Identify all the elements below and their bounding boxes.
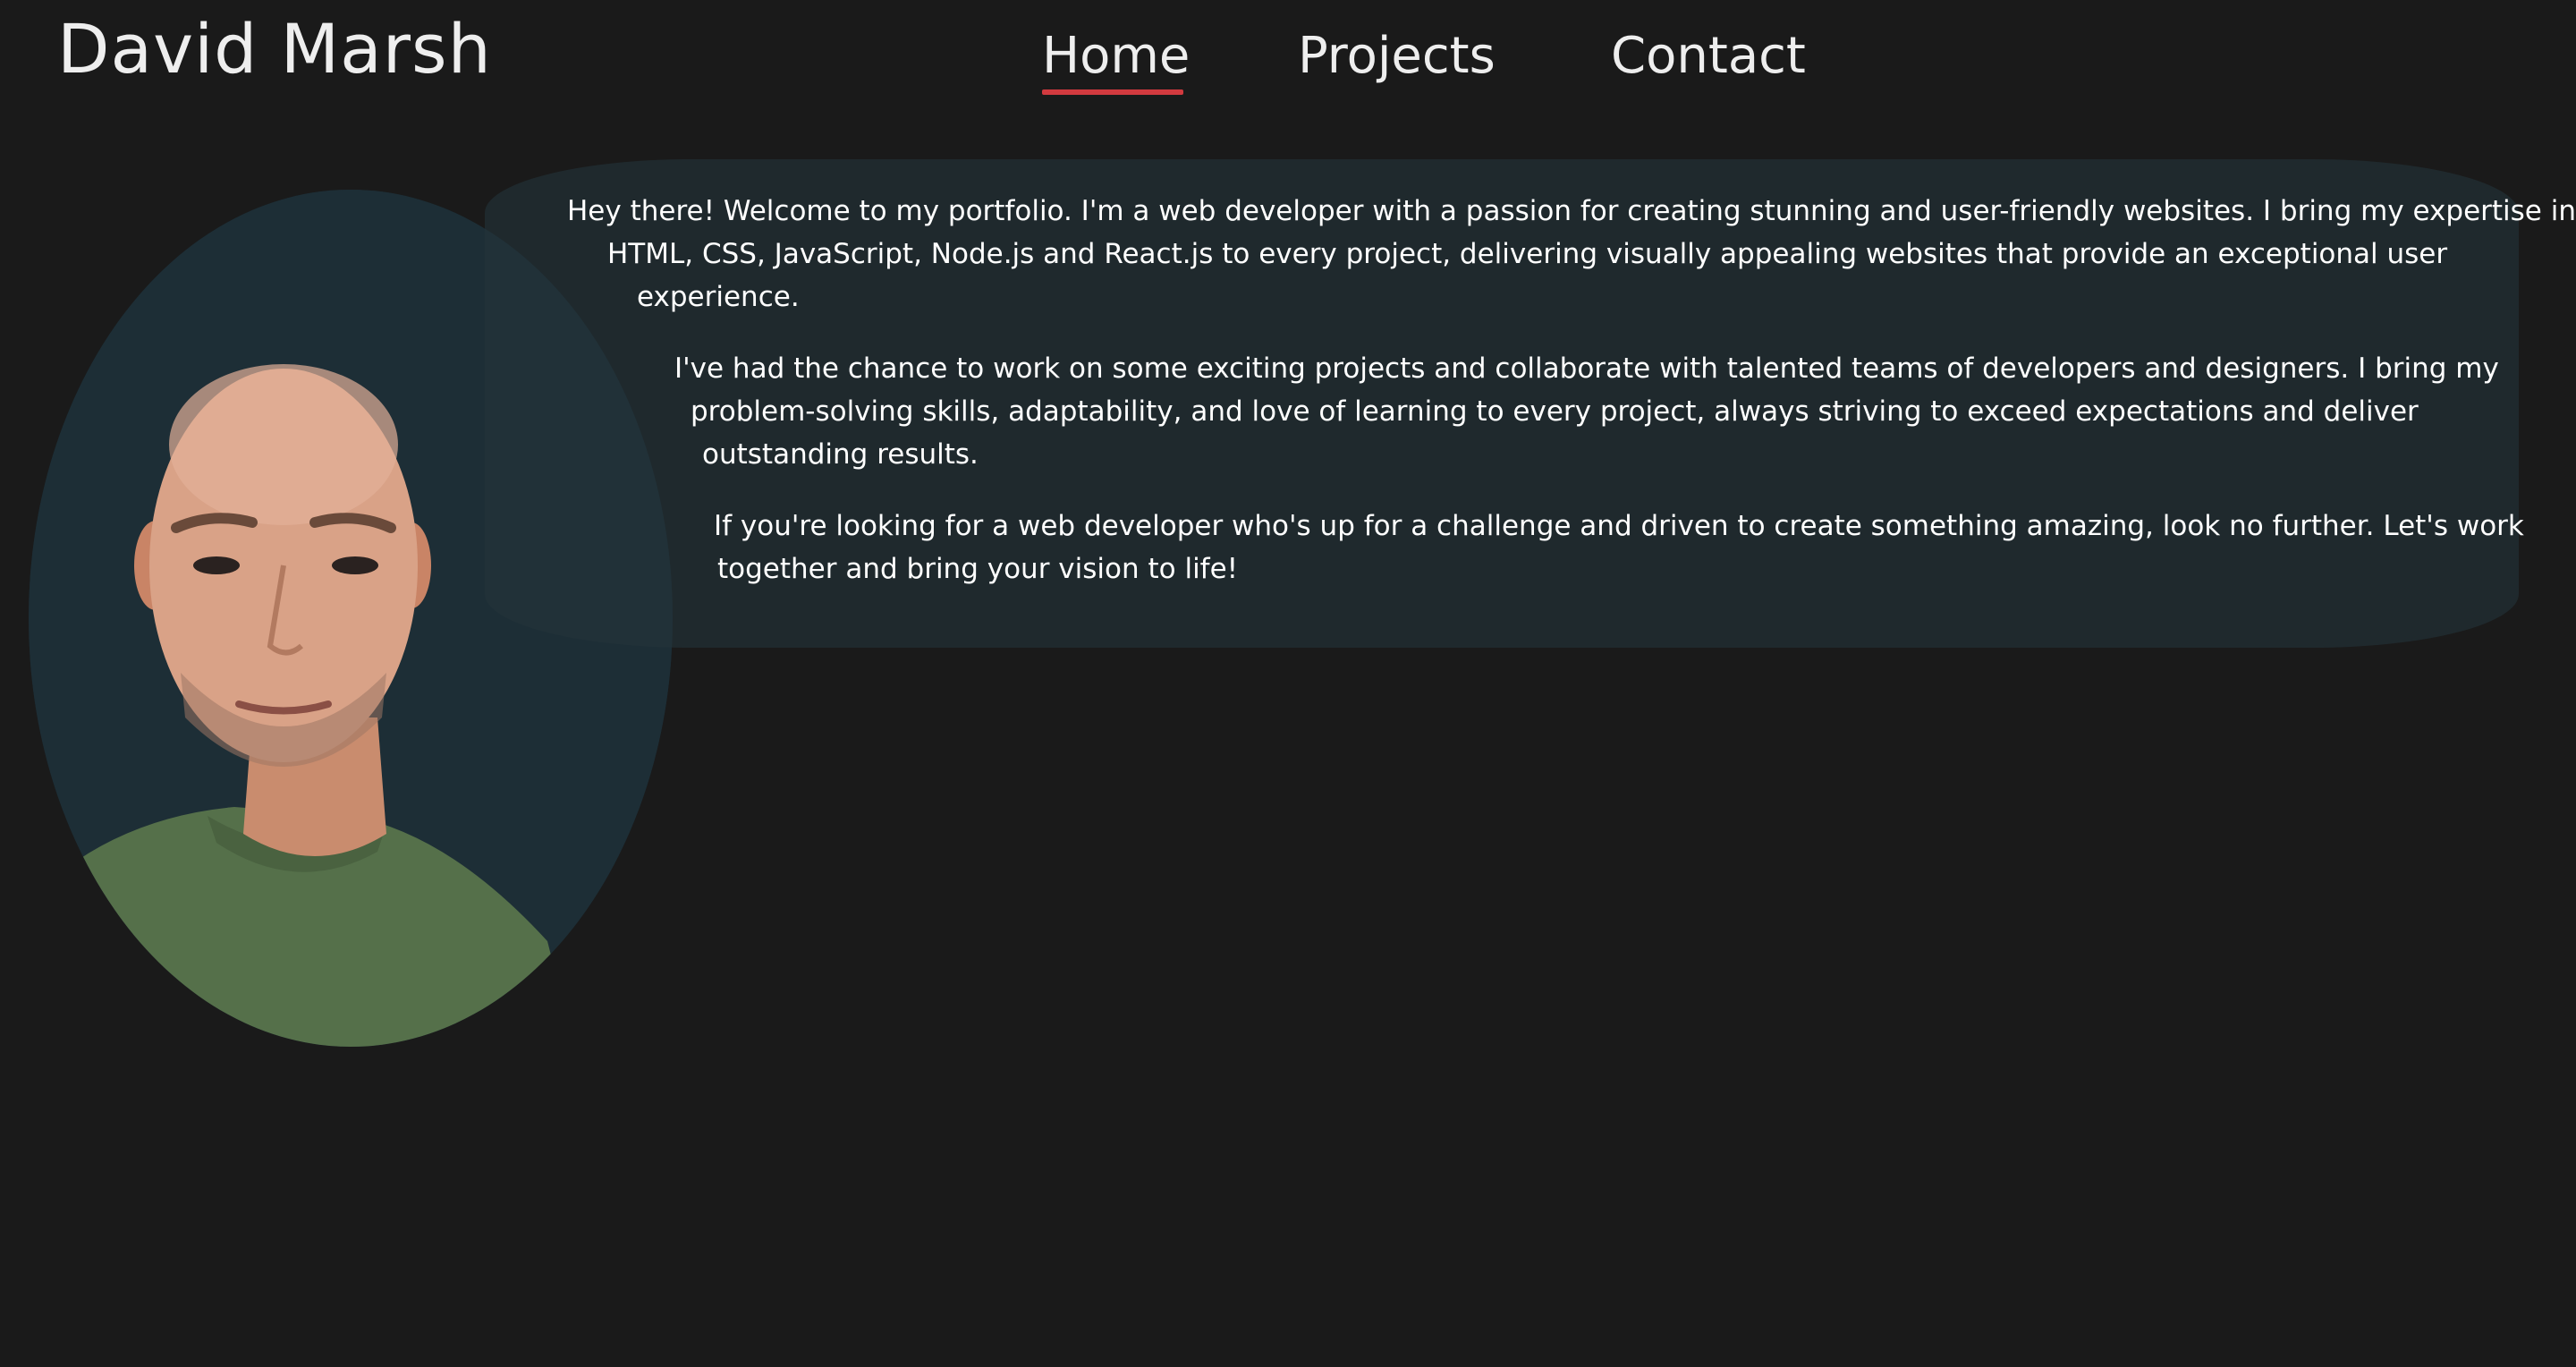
- about-paragraph-2: I've had the chance to work on some exci…: [674, 347, 2499, 476]
- about-panel: Hey there! Welcome to my portfolio. I'm …: [485, 159, 2576, 648]
- nav-link-projects[interactable]: Projects: [1298, 27, 1496, 85]
- nav-link-home[interactable]: Home: [1042, 27, 1190, 85]
- about-paragraph-1-line-1: Hey there! Welcome to my portfolio. I'm …: [567, 195, 2576, 227]
- about-paragraph-1: Hey there! Welcome to my portfolio. I'm …: [567, 190, 2576, 318]
- active-nav-underline: [1042, 89, 1183, 95]
- about-paragraph-3: If you're looking for a web developer wh…: [714, 505, 2524, 590]
- nav-link-contact[interactable]: Contact: [1611, 27, 1806, 85]
- about-paragraph-2-line-1: I've had the chance to work on some exci…: [674, 352, 2499, 385]
- about-paragraph-3-line-2: together and bring your vision to life!: [717, 553, 1239, 585]
- page: David Marsh Home Projects Contact Hey th…: [0, 0, 2576, 1367]
- about-paragraph-2-line-2: problem-solving skills, adaptability, an…: [691, 395, 2419, 428]
- about-paragraph-3-line-1: If you're looking for a web developer wh…: [714, 510, 2524, 542]
- main-nav: Home Projects Contact: [0, 27, 2576, 107]
- about-paragraph-1-line-3: experience.: [637, 281, 800, 313]
- about-paragraph-2-line-3: outstanding results.: [702, 438, 979, 471]
- about-paragraph-1-line-2: HTML, CSS, JavaScript, Node.js and React…: [607, 238, 2448, 270]
